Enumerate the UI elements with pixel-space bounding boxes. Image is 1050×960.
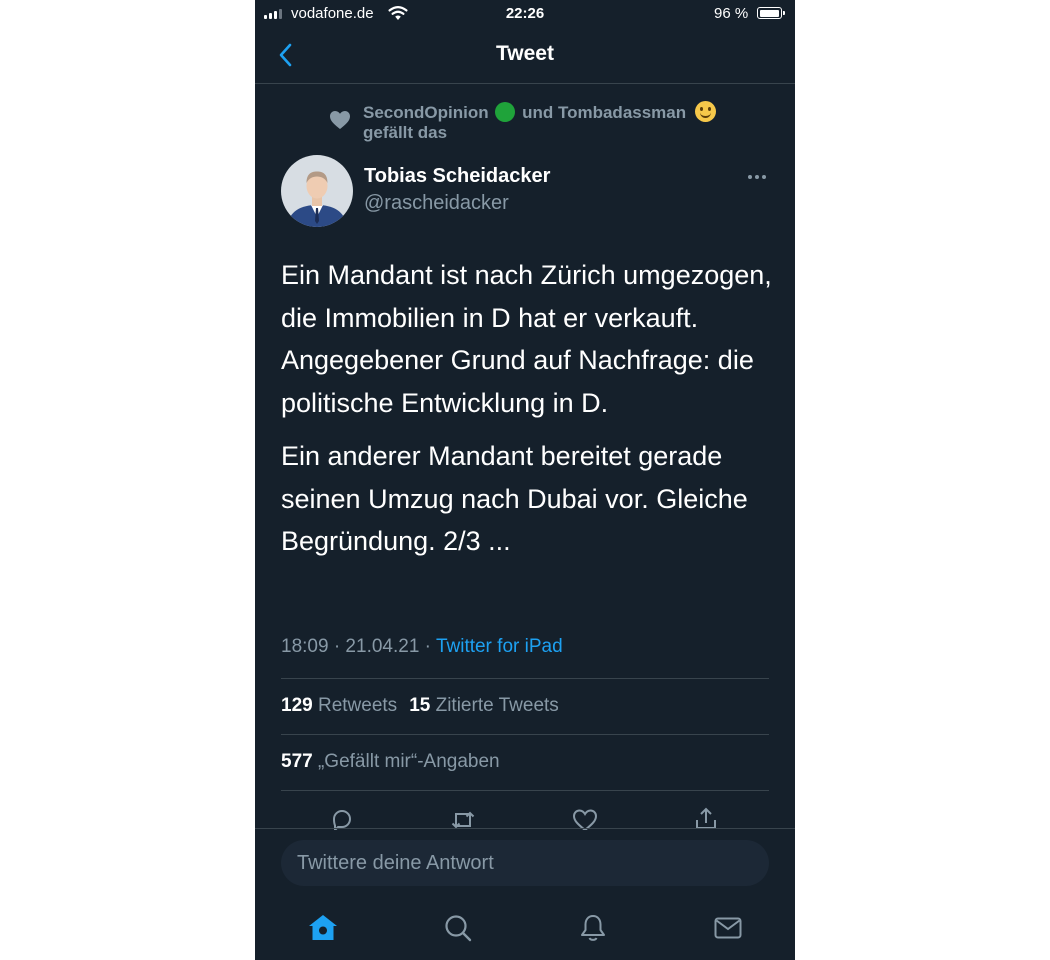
- nav-header: Tweet: [255, 28, 795, 84]
- messages-icon[interactable]: [712, 912, 744, 944]
- more-options-icon[interactable]: [746, 166, 768, 188]
- author-handle[interactable]: @rascheidacker: [364, 192, 509, 215]
- social-context-suffix: gefällt das: [363, 123, 448, 142]
- home-icon[interactable]: [307, 912, 339, 944]
- tweet-client-link[interactable]: Twitter for iPad: [436, 636, 563, 657]
- quotes-stat[interactable]: 15 Zitierte Tweets: [409, 695, 559, 716]
- tweet-paragraph: Ein anderer Mandant bereitet gerade sein…: [281, 441, 748, 556]
- divider: [281, 678, 769, 679]
- divider: [281, 734, 769, 735]
- green-circle-emoji-icon: [495, 102, 516, 122]
- share-icon[interactable]: [692, 806, 720, 830]
- reply-bar: [255, 828, 795, 900]
- battery-icon: [757, 7, 785, 19]
- likes-count: 577: [281, 751, 313, 772]
- like-icon[interactable]: [571, 806, 599, 830]
- social-conjunction: und: [522, 103, 554, 122]
- retweets-label: Retweets: [317, 695, 398, 716]
- tweet-actions: [255, 800, 795, 830]
- tweet-text: Ein Mandant ist nach Zürich umgezogen, d…: [281, 254, 781, 574]
- quotes-label: Zitierte Tweets: [435, 695, 559, 716]
- retweet-stats: 129 Retweets 15 Zitierte Tweets: [281, 695, 559, 717]
- tab-bar: [255, 900, 795, 960]
- avatar[interactable]: [281, 155, 353, 227]
- retweets-count: 129: [281, 695, 313, 716]
- divider: [281, 790, 769, 791]
- liker-link-1[interactable]: SecondOpinion: [363, 103, 489, 122]
- author-name[interactable]: Tobias Scheidacker: [364, 165, 550, 188]
- likes-label: „Gefällt mir“-Angaben: [317, 751, 500, 772]
- tweet-paragraph: Ein Mandant ist nach Zürich umgezogen, d…: [281, 260, 772, 418]
- smiley-emoji-icon: [694, 101, 716, 122]
- battery-percent: 96 %: [714, 5, 749, 22]
- tweet-meta: 18:09 · 21.04.21 · Twitter for iPad: [281, 636, 563, 658]
- retweet-icon[interactable]: [449, 806, 477, 830]
- social-context-line: SecondOpinion und Tombadassman: [363, 101, 716, 123]
- retweets-stat[interactable]: 129 Retweets: [281, 695, 397, 716]
- heart-icon: [329, 110, 351, 135]
- search-icon[interactable]: [442, 912, 474, 944]
- likes-stat[interactable]: 577 „Gefällt mir“-Angaben: [281, 751, 500, 773]
- quotes-count: 15: [409, 695, 431, 716]
- status-bar: vodafone.de 22:26 96 %: [255, 0, 795, 28]
- page-title: Tweet: [496, 42, 554, 65]
- liker-link-2[interactable]: Tombadassman: [558, 103, 686, 122]
- reply-input[interactable]: [281, 840, 769, 886]
- reply-icon[interactable]: [328, 806, 356, 830]
- phone-screen: vodafone.de 22:26 96 % Tweet SecondOpini…: [255, 0, 795, 960]
- tweet-timestamp: 18:09 · 21.04.21 ·: [281, 636, 436, 657]
- notifications-icon[interactable]: [577, 912, 609, 944]
